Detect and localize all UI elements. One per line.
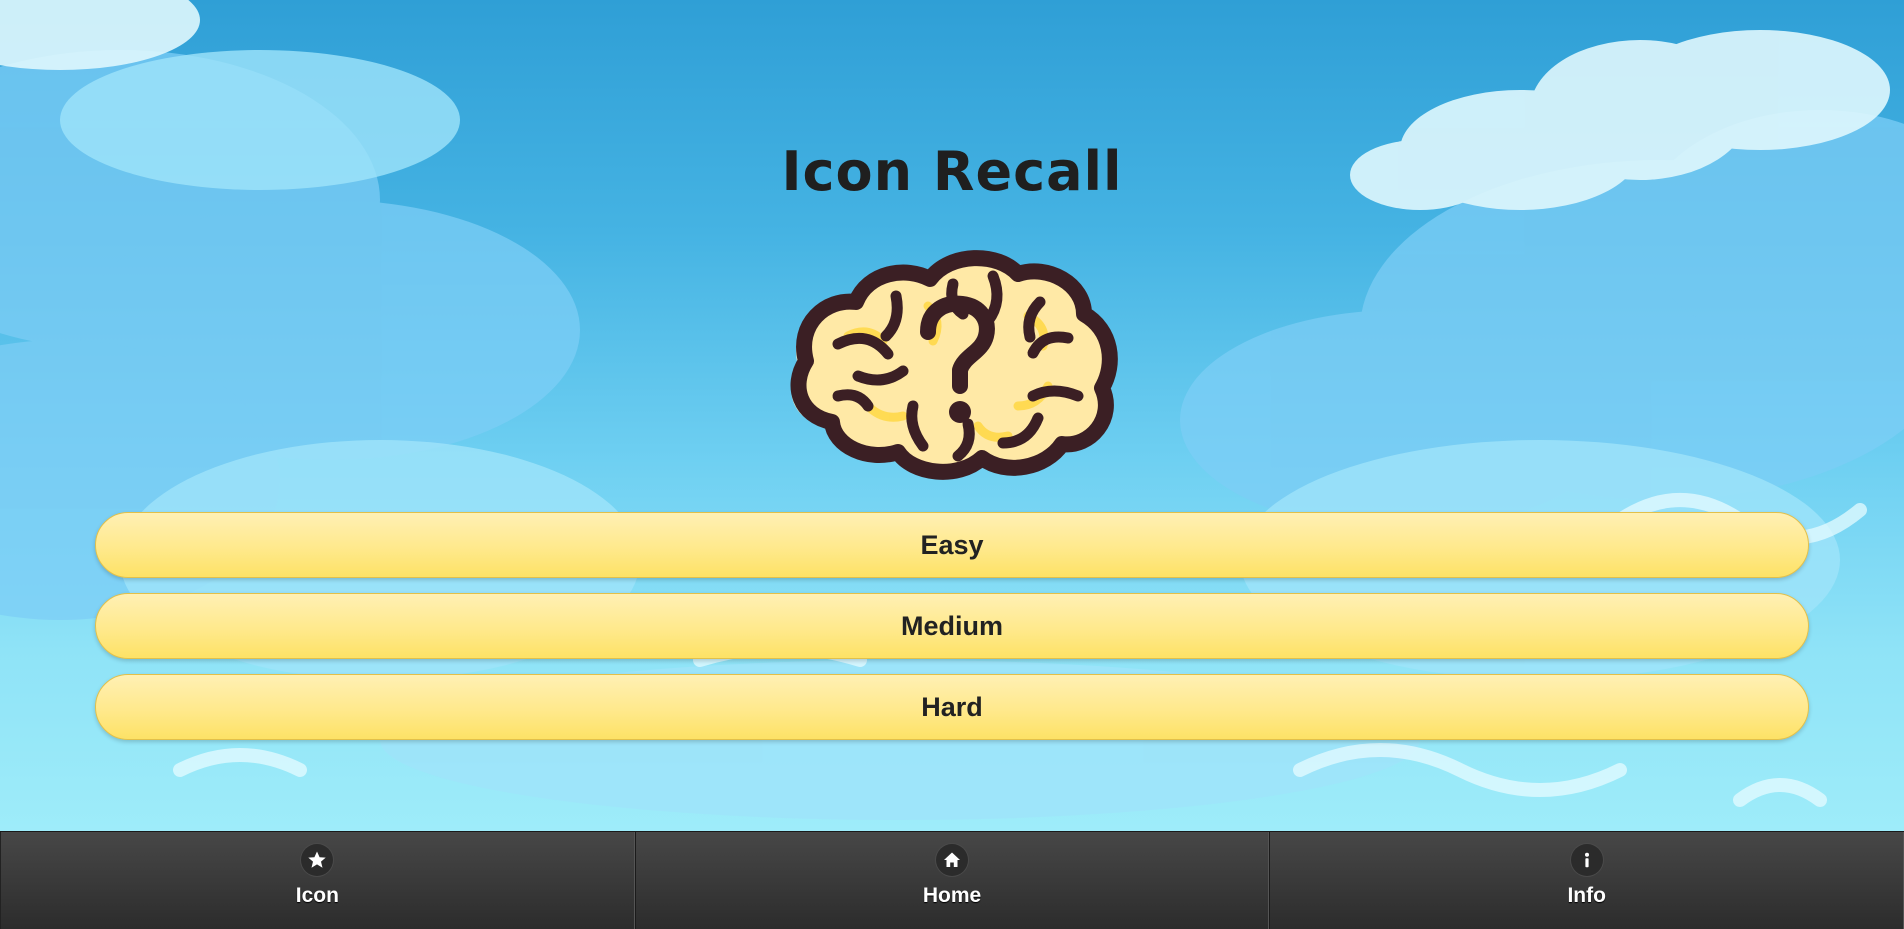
- info-icon: [1570, 844, 1603, 876]
- star-icon: [301, 844, 334, 876]
- difficulty-menu: Easy Medium Hard: [95, 512, 1809, 755]
- game-screen: Icon Recall Easy Medium Hard Icon Home I…: [0, 0, 1904, 929]
- game-title: Icon Recall: [781, 140, 1123, 203]
- tab-label-info: Info: [1567, 884, 1606, 907]
- brain-question-icon: [778, 246, 1126, 484]
- tab-home[interactable]: Home: [634, 832, 1270, 929]
- tab-icon[interactable]: Icon: [0, 832, 635, 929]
- hard-button[interactable]: Hard: [95, 674, 1809, 740]
- medium-button[interactable]: Medium: [95, 593, 1809, 659]
- bottom-tab-bar: Icon Home Info: [0, 831, 1904, 929]
- tab-label-home: Home: [922, 884, 982, 907]
- tab-info[interactable]: Info: [1269, 832, 1904, 929]
- tab-label-icon: Icon: [295, 884, 339, 907]
- easy-button[interactable]: Easy: [95, 512, 1809, 578]
- home-icon: [936, 844, 968, 876]
